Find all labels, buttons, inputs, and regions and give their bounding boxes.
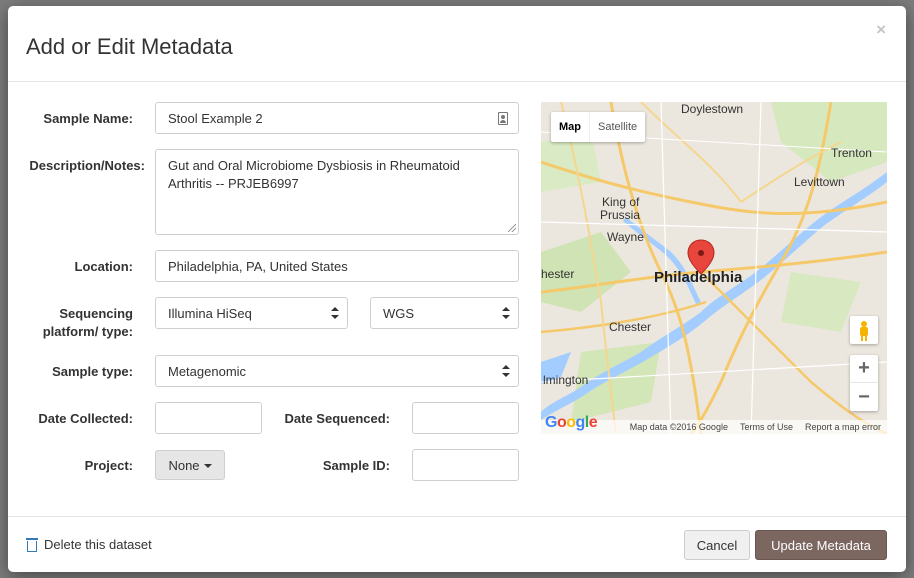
google-logo: Google [545,414,598,431]
zoom-control: + − [850,355,878,411]
sample-type-label: Sample type: [52,364,133,379]
description-textarea[interactable]: Gut and Oral Microbiome Dysbiosis in Rhe… [155,149,519,235]
map-label-prussia: Prussia [600,208,641,222]
sample-type-select[interactable]: Metagenomic [155,355,519,387]
description-label: Description/Notes: [29,158,145,173]
close-icon[interactable]: × [876,20,886,40]
map-label-doylestown: Doylestown [681,102,744,116]
date-sequenced-label: Date Sequenced: [284,411,390,426]
terms-of-use-link[interactable]: Terms of Use [740,422,793,432]
delete-dataset-label: Delete this dataset [44,537,152,552]
zoom-in-button[interactable]: + [850,355,878,383]
zoom-out-button[interactable]: − [850,383,878,411]
sequencing-label-line1: Sequencing [59,306,133,321]
map-label-philadelphia: Philadelphia [654,269,743,286]
project-label: Project: [84,458,133,473]
date-collected-label: Date Collected: [38,411,133,426]
street-view-pegman[interactable] [850,316,878,344]
type-value: WGS [383,305,415,321]
map-label-wayne: Wayne [607,230,644,244]
modal-title: Add or Edit Metadata [26,34,233,59]
modal-header: Add or Edit Metadata × [8,6,906,82]
map-label-hester: hester [541,267,575,281]
edit-metadata-modal: Add or Edit Metadata × Sample Name: Stoo… [8,6,906,572]
location-input[interactable]: Philadelphia, PA, United States [155,250,519,282]
map-label-king-of: King of [602,195,640,209]
sample-type-value: Metagenomic [168,363,247,379]
trash-icon [26,537,38,552]
map-type-map-button[interactable]: Map [551,112,589,142]
map-type-control: Map Satellite [551,112,646,142]
project-dropdown-button[interactable]: None [155,450,225,480]
select-arrows-icon [331,307,339,319]
map-label-chester: Chester [609,320,652,334]
resize-handle-icon[interactable] [508,224,516,232]
contact-card-icon[interactable] [498,112,508,125]
caret-down-icon [203,464,212,468]
select-arrows-icon [502,365,510,377]
location-label: Location: [74,259,134,274]
map-data-credit: Map data ©2016 Google [629,422,728,432]
sample-id-label: Sample ID: [322,458,390,473]
sample-name-label: Sample Name: [43,111,133,126]
sequencing-label: Sequencing platform/ type: [28,305,133,341]
map-type-satellite-button[interactable]: Satellite [589,112,645,142]
location-value: Philadelphia, PA, United States [168,258,348,274]
platform-value: Illumina HiSeq [168,305,252,321]
date-collected-input[interactable] [155,402,262,434]
location-map[interactable]: Map Satellite Doylestown Trenton Levitto… [541,102,887,434]
sequencing-label-line2: platform/ type: [42,324,133,339]
sample-name-value: Stool Example 2 [168,110,263,126]
map-label-wilmington: lmington [543,373,589,387]
modal-footer: Delete this dataset Cancel Update Metada… [8,516,906,572]
cancel-button[interactable]: Cancel [684,530,750,560]
delete-dataset-link[interactable]: Delete this dataset [26,537,152,552]
platform-select[interactable]: Illumina HiSeq [155,297,348,329]
report-map-error-link[interactable]: Report a map error [805,422,881,432]
map-label-levittown: Levittown [794,175,845,189]
project-value: None [168,457,200,473]
map-label-trenton: Trenton [831,146,872,160]
sample-name-input[interactable]: Stool Example 2 [155,102,519,134]
sample-id-input[interactable] [412,449,519,481]
update-metadata-button[interactable]: Update Metadata [755,530,887,560]
select-arrows-icon [502,307,510,319]
date-sequenced-input[interactable] [412,402,519,434]
type-select[interactable]: WGS [370,297,519,329]
